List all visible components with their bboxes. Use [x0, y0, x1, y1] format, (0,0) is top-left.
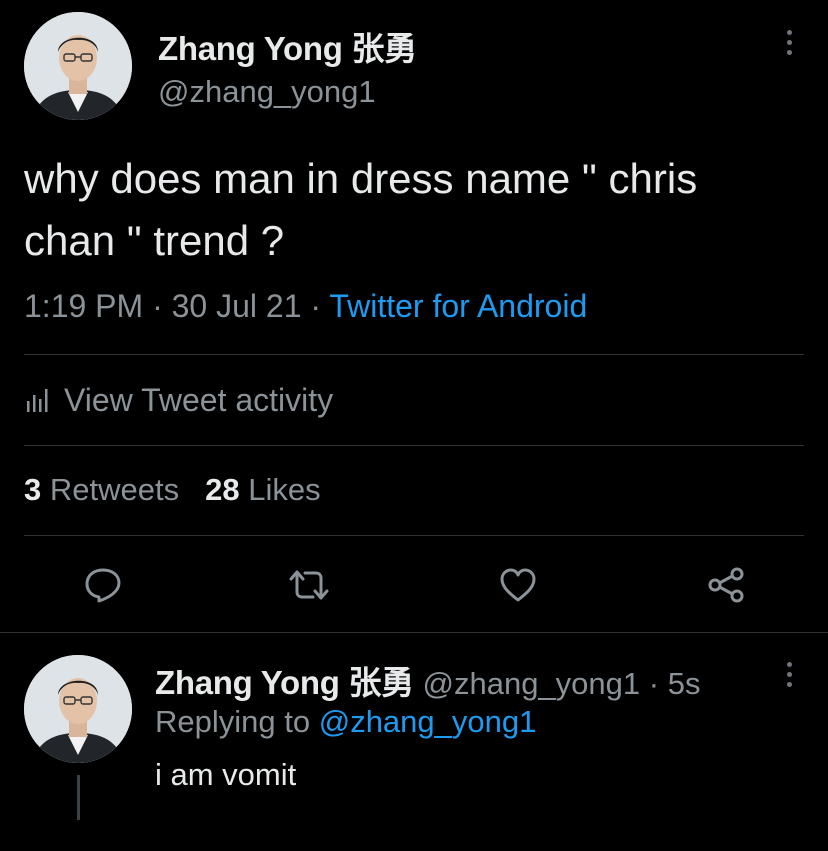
- thread-line: [77, 775, 80, 820]
- activity-chart-icon: [24, 384, 50, 421]
- more-icon[interactable]: [785, 30, 795, 60]
- divider: [24, 535, 804, 536]
- retweet-icon[interactable]: [287, 568, 331, 602]
- author-name[interactable]: Zhang Yong 张勇: [158, 22, 417, 70]
- reply-icon[interactable]: [84, 567, 122, 603]
- retweets-stat[interactable]: 3 Retweets: [24, 472, 179, 507]
- divider: [24, 354, 804, 355]
- replying-prefix: Replying to: [155, 704, 311, 739]
- meta-separator: ·: [301, 288, 330, 324]
- tweet-date: 30 Jul 21: [171, 288, 302, 324]
- meta-separator: ·: [640, 666, 668, 701]
- tweet-text: why does man in dress name " chris chan …: [24, 155, 698, 264]
- tweet-source-link[interactable]: Twitter for Android: [329, 288, 587, 324]
- replying-to-link[interactable]: @zhang_yong1: [319, 704, 537, 739]
- author-handle[interactable]: @zhang_yong1: [158, 74, 376, 110]
- like-icon[interactable]: [499, 567, 537, 603]
- activity-label: View Tweet activity: [64, 382, 334, 418]
- reply-text: i am vomit: [155, 757, 297, 792]
- tweet-meta: 1:19 PM · 30 Jul 21 · Twitter for Androi…: [24, 288, 587, 325]
- share-icon[interactable]: [706, 566, 746, 604]
- divider: [24, 445, 804, 446]
- reply-more-icon[interactable]: [785, 662, 795, 692]
- likes-stat[interactable]: 28 Likes: [205, 472, 320, 507]
- reply-author-name[interactable]: Zhang Yong 张勇: [155, 664, 414, 701]
- reply-avatar[interactable]: [24, 655, 132, 763]
- likes-count: 28: [205, 472, 240, 507]
- likes-label: Likes: [248, 472, 321, 507]
- retweets-label: Retweets: [49, 472, 180, 507]
- retweets-count: 3: [24, 472, 42, 507]
- reply-age: 5s: [667, 666, 701, 701]
- tweet-stats: 3 Retweets 28 Likes: [24, 472, 321, 508]
- meta-separator: ·: [143, 288, 172, 324]
- tweet-time: 1:19 PM: [24, 288, 144, 324]
- view-tweet-activity-button[interactable]: View Tweet activity: [24, 382, 333, 421]
- avatar[interactable]: [24, 12, 132, 120]
- replying-to: Replying to @zhang_yong1: [155, 704, 536, 740]
- reply-header: Zhang Yong 张勇 @zhang_yong1 · 5s: [155, 656, 700, 704]
- reply-author-handle[interactable]: @zhang_yong1: [423, 666, 641, 701]
- divider: [0, 632, 828, 633]
